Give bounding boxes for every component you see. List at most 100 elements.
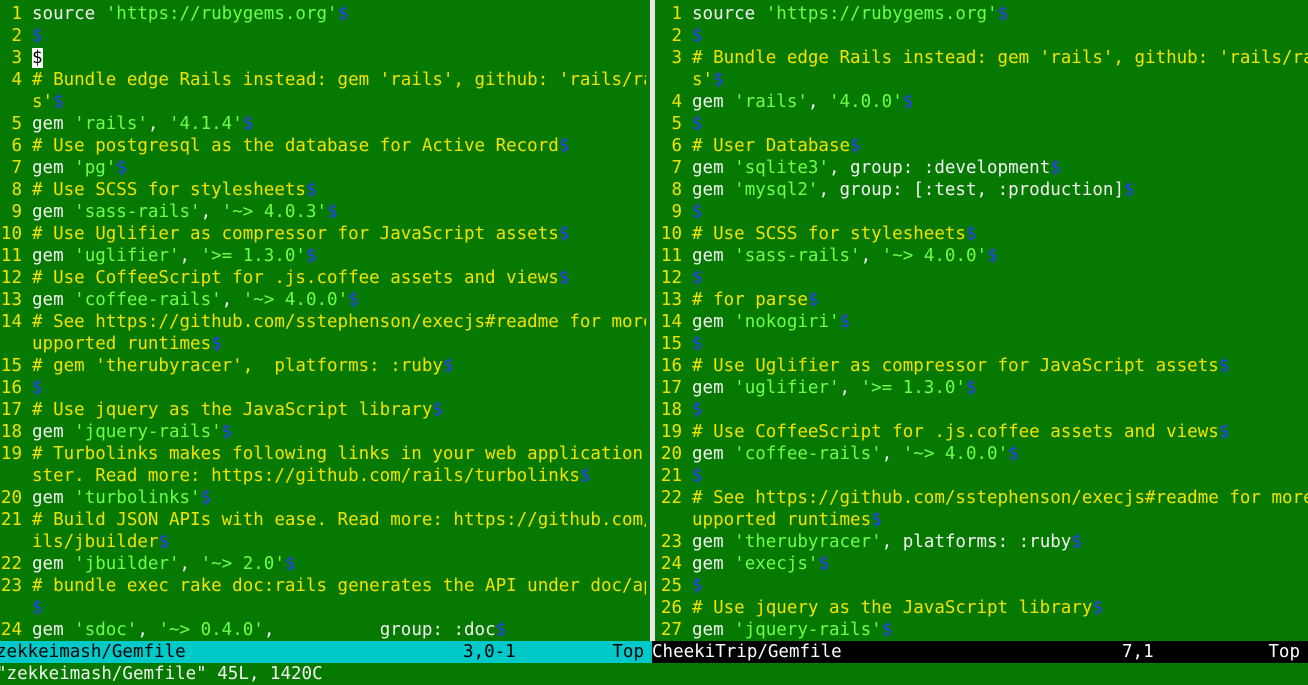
code-line[interactable]: 17 # Use jquery as the JavaScript library… [0,399,646,421]
code-token: '4.0.0' [829,92,903,112]
code-line[interactable]: s'$ [660,69,1308,91]
code-line[interactable]: 2 $ [660,25,1308,47]
code-line[interactable]: 3 $ [0,47,646,69]
code-line[interactable]: 21 # Build JSON APIs with ease. Read more… [0,509,646,531]
code-line[interactable]: 13 gem 'coffee-rails', '~> 4.0.0'$ [0,289,646,311]
code-line[interactable]: 7 gem 'sqlite3', group: :development$ [660,157,1308,179]
code-line[interactable]: upported runtimes$ [0,333,646,355]
code-line[interactable]: 4 # Bundle edge Rails instead: gem 'rails… [0,69,646,91]
code-token: # Use SCSS for stylesheets [32,180,306,200]
code-line[interactable]: 10 # Use SCSS for stylesheets$ [660,223,1308,245]
code-line[interactable]: upported runtimes$ [660,509,1308,531]
line-text: source 'https://rubygems.org'$ [32,3,348,25]
code-line[interactable]: 8 # Use SCSS for stylesheets$ [0,179,646,201]
code-line[interactable]: 27 gem 'jquery-rails'$ [660,619,1308,641]
code-line[interactable]: 16 # Use Uglifier as compressor for JavaS… [660,355,1308,377]
code-token: # See https://github.com/sstephenson/exe… [692,488,1308,508]
code-token: upported runtimes [32,334,212,354]
code-line[interactable]: 11 gem 'uglifier', '>= 1.3.0'$ [0,245,646,267]
code-token: , [881,444,903,464]
code-token: , [147,114,169,134]
code-token: gem [692,92,735,112]
line-text: # Use SCSS for stylesheets$ [692,223,976,245]
code-line[interactable]: 15 # gem 'therubyracer', platforms: :ruby… [0,355,646,377]
line-text: $ [692,333,703,355]
code-line[interactable]: 24 gem 'execjs'$ [660,553,1308,575]
eol-marker: $ [442,356,454,376]
code-token: 'therubyracer' [734,532,882,552]
code-line[interactable]: 4 gem 'rails', '4.0.0'$ [660,91,1308,113]
code-line[interactable]: 21 $ [660,465,1308,487]
code-line[interactable]: 15 $ [660,333,1308,355]
code-line[interactable]: $ [0,597,646,619]
line-text: # Build JSON APIs with ease. Read more: … [32,509,646,531]
code-token: # for parse [692,290,808,310]
code-line[interactable]: 11 gem 'sass-rails', '~> 4.0.0'$ [660,245,1308,267]
code-line[interactable]: 6 # Use postgresql as the database for Ac… [0,135,646,157]
line-number: 14 [660,312,682,332]
left-editor-pane[interactable]: 1 source 'https://rubygems.org'$ 2 $3 $4 # Bu… [0,3,646,641]
code-line[interactable]: 12 $ [660,267,1308,289]
code-token: # Use CoffeeScript for .js.coffee assets… [692,422,1219,442]
code-line[interactable]: 17 gem 'uglifier', '>= 1.3.0'$ [660,377,1308,399]
code-line[interactable]: 13 # for parse$ [660,289,1308,311]
code-token: 'jbuilder' [74,554,180,574]
line-text: $ [692,465,703,487]
code-line[interactable]: 23 # bundle exec rake doc:rails generates… [0,575,646,597]
code-line[interactable]: 2 $ [0,25,646,47]
line-number: 20 [660,444,682,464]
line-text: gem 'uglifier', '>= 1.3.0'$ [692,377,977,399]
code-line[interactable]: 7 gem 'pg'$ [0,157,646,179]
code-line[interactable]: ster. Read more: https://github.com/rail… [0,465,646,487]
code-token: gem [692,246,735,266]
vertical-split-divider[interactable] [646,0,660,641]
code-line[interactable]: 22 # See https://github.com/sstephenson/e… [660,487,1308,509]
code-line[interactable]: 18 $ [660,399,1308,421]
code-token: # Use postgresql as the database for Act… [32,136,559,156]
code-line[interactable]: 22 gem 'jbuilder', '~> 2.0'$ [0,553,646,575]
code-line[interactable]: 25 $ [660,575,1308,597]
code-line[interactable]: 12 # Use CoffeeScript for .js.coffee asse… [0,267,646,289]
code-line[interactable]: 9 gem 'sass-rails', '~> 4.0.3'$ [0,201,646,223]
eol-marker: $ [495,620,507,640]
code-line[interactable]: 14 # See https://github.com/sstephenson/e… [0,311,646,333]
code-token: # Bundle edge Rails instead: gem 'rails'… [32,70,646,90]
line-number: 9 [11,202,22,222]
code-line[interactable]: 19 # Turbolinks makes following links in … [0,443,646,465]
line-text: gem 'sass-rails', '~> 4.0.0'$ [692,245,998,267]
right-editor-pane[interactable]: 1 source 'https://rubygems.org'$ 2 $3 # Bund… [660,3,1308,641]
code-line[interactable]: 1 source 'https://rubygems.org'$ [0,3,646,25]
code-line[interactable]: 24 gem 'sdoc', '~> 0.4.0', group: :doc$ [0,619,646,641]
code-token: # Use Uglifier as compressor for JavaScr… [32,224,559,244]
line-number: 23 [0,576,22,596]
code-line[interactable]: ils/jbuilder$ [0,531,646,553]
command-line[interactable]: "zekkeimash/Gemfile" 45L, 1420C [0,663,323,684]
code-line[interactable]: 20 gem 'coffee-rails', '~> 4.0.0'$ [660,443,1308,465]
code-line[interactable]: 3 # Bundle edge Rails instead: gem 'rails… [660,47,1308,69]
code-line[interactable]: 19 # Use CoffeeScript for .js.coffee asse… [660,421,1308,443]
code-line[interactable]: 8 gem 'mysql2', group: [:test, :productio… [660,179,1308,201]
code-line[interactable]: 1 source 'https://rubygems.org'$ [660,3,1308,25]
code-line[interactable]: 6 # User Database$ [660,135,1308,157]
eol-marker: $ [997,4,1009,24]
code-line[interactable]: 14 gem 'nokogiri'$ [660,311,1308,333]
line-text: gem 'mysql2', group: [:test, :production… [692,179,1135,201]
code-line[interactable]: 10 # Use Uglifier as compressor for JavaS… [0,223,646,245]
line-text: # Use SCSS for stylesheets$ [32,179,316,201]
code-line[interactable]: 20 gem 'turbolinks'$ [0,487,646,509]
code-line[interactable]: 5 $ [660,113,1308,135]
code-token: 'uglifier' [74,246,180,266]
code-token: source [32,4,106,24]
eol-marker: $ [692,400,703,420]
line-text: s'$ [692,69,724,91]
code-line[interactable]: 26 # Use jquery as the JavaScript library… [660,597,1308,619]
eol-marker: $ [818,554,829,574]
code-line[interactable]: 5 gem 'rails', '4.1.4'$ [0,113,646,135]
code-token: , group: :development [828,158,1051,178]
code-line[interactable]: 9 $ [660,201,1308,223]
code-line[interactable]: 23 gem 'therubyracer', platforms: :ruby$ [660,531,1308,553]
code-line[interactable]: 16 $ [0,377,646,399]
code-line[interactable]: s'$ [0,91,646,113]
code-token: gem [692,444,735,464]
code-line[interactable]: 18 gem 'jquery-rails'$ [0,421,646,443]
